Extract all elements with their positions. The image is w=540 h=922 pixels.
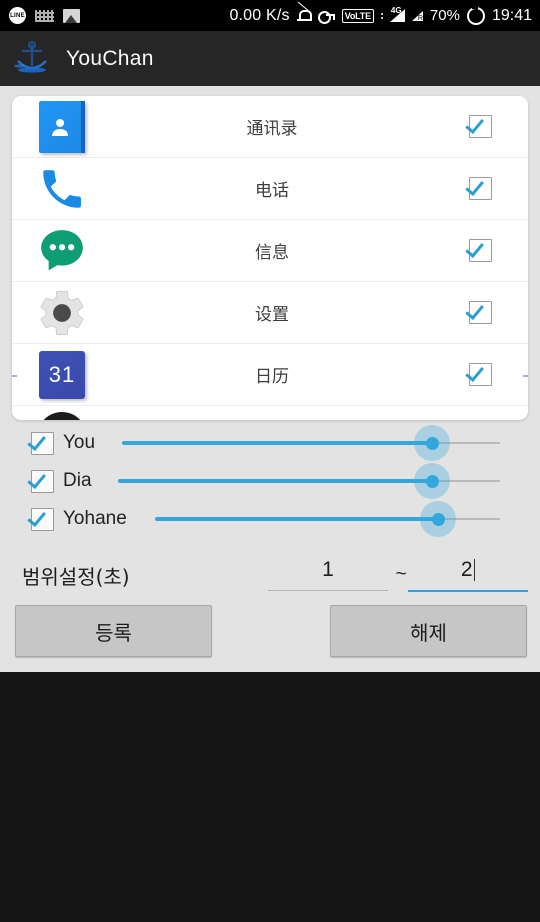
vpn-key-icon: [317, 10, 335, 24]
settings-icon: [12, 287, 112, 339]
range-from-value: 1: [322, 558, 334, 581]
slider-track-yohane[interactable]: [155, 501, 500, 537]
slider-label-dia: Dia: [63, 470, 92, 491]
phone-icon: [12, 164, 112, 214]
release-button[interactable]: 해제: [330, 605, 527, 657]
contacts-icon: [12, 100, 112, 153]
slider-checkbox-yohane[interactable]: [31, 507, 54, 531]
signal-roaming-icon: R: [411, 10, 423, 22]
list-item[interactable]: 31 日历: [12, 344, 528, 406]
battery-ring-icon: [466, 4, 485, 25]
gallery-icon: [63, 8, 80, 23]
calendar-icon: 31: [12, 350, 112, 399]
slider-row-dia: Dia: [0, 462, 540, 500]
anchor-logo-icon: [8, 39, 56, 79]
range-to-input[interactable]: 2: [408, 558, 528, 592]
slider-track-dia[interactable]: [118, 463, 500, 499]
list-item[interactable]: 电话: [12, 158, 528, 220]
range-label: 범위설정(초): [22, 564, 130, 589]
range-from-input[interactable]: 1: [268, 558, 388, 591]
list-item-label: 信息: [255, 243, 289, 263]
list-item-checkbox[interactable]: [432, 363, 528, 386]
keyboard-icon: [35, 9, 54, 22]
numeric-keyboard: 1 2 3 4 5 6 7: [0, 672, 540, 922]
phone-screen: LINE 0.00 K/s VoLTE 4G R 70% 19:41 YouCh…: [0, 0, 540, 922]
bell-mute-icon: [296, 8, 312, 24]
line-icon: LINE: [9, 7, 26, 24]
list-item[interactable]: [12, 406, 528, 420]
list-item[interactable]: 通讯录: [12, 96, 528, 158]
list-item-checkbox[interactable]: [432, 301, 528, 324]
status-bar-left: LINE: [0, 7, 80, 24]
slider-thumb-dia[interactable]: [425, 474, 439, 488]
network-speed: 0.00 K/s: [229, 6, 290, 24]
text-caret: [473, 559, 476, 581]
slider-panel: You Dia Yohane: [0, 424, 540, 538]
list-item-label: 电话: [255, 181, 289, 201]
slider-track-you[interactable]: [122, 425, 500, 461]
slider-row-you: You: [0, 424, 540, 462]
calendar-day: 31: [48, 361, 76, 387]
list-item[interactable]: 信息: [12, 220, 528, 282]
status-bar-right: 0.00 K/s VoLTE 4G R 70% 19:41: [229, 4, 540, 25]
list-item-label: 设置: [255, 305, 289, 325]
battery-percent: 70%: [429, 7, 460, 24]
signal-4g-icon: 4G: [389, 6, 405, 22]
list-item-checkbox[interactable]: [432, 177, 528, 200]
app-bar: YouChan: [0, 31, 540, 86]
messages-icon: [12, 226, 112, 276]
slider-label-you: You: [63, 432, 96, 453]
slider-thumb-yohane[interactable]: [431, 512, 445, 526]
register-button[interactable]: 등록: [15, 605, 212, 657]
slider-label-yohane: Yohane: [63, 508, 127, 529]
slider-checkbox-dia[interactable]: [31, 469, 54, 493]
slider-row-yohane: Yohane: [0, 500, 540, 538]
list-item-checkbox[interactable]: [432, 115, 528, 138]
signal-dots-icon: [380, 12, 383, 19]
status-clock: 19:41: [491, 6, 532, 24]
list-item-label: 日历: [255, 367, 289, 387]
slider-checkbox-you[interactable]: [31, 431, 54, 455]
list-item-label: 通讯录: [246, 119, 298, 139]
status-bar: LINE 0.00 K/s VoLTE 4G R 70% 19:41: [0, 0, 540, 31]
volte-badge: VoLTE: [341, 8, 374, 23]
range-row: 범위설정(초) 1 ~ 2: [0, 552, 540, 598]
app-list-card: 通讯录 电话 信息 设置 31 日历: [12, 96, 528, 420]
range-to-value: 2: [460, 558, 473, 581]
list-item-checkbox[interactable]: [432, 239, 528, 262]
clock-icon: [12, 411, 112, 420]
page-title: YouChan: [66, 46, 154, 70]
slider-thumb-you[interactable]: [425, 436, 439, 450]
list-item[interactable]: 设置: [12, 282, 528, 344]
action-button-row: 등록 해제: [0, 605, 540, 657]
